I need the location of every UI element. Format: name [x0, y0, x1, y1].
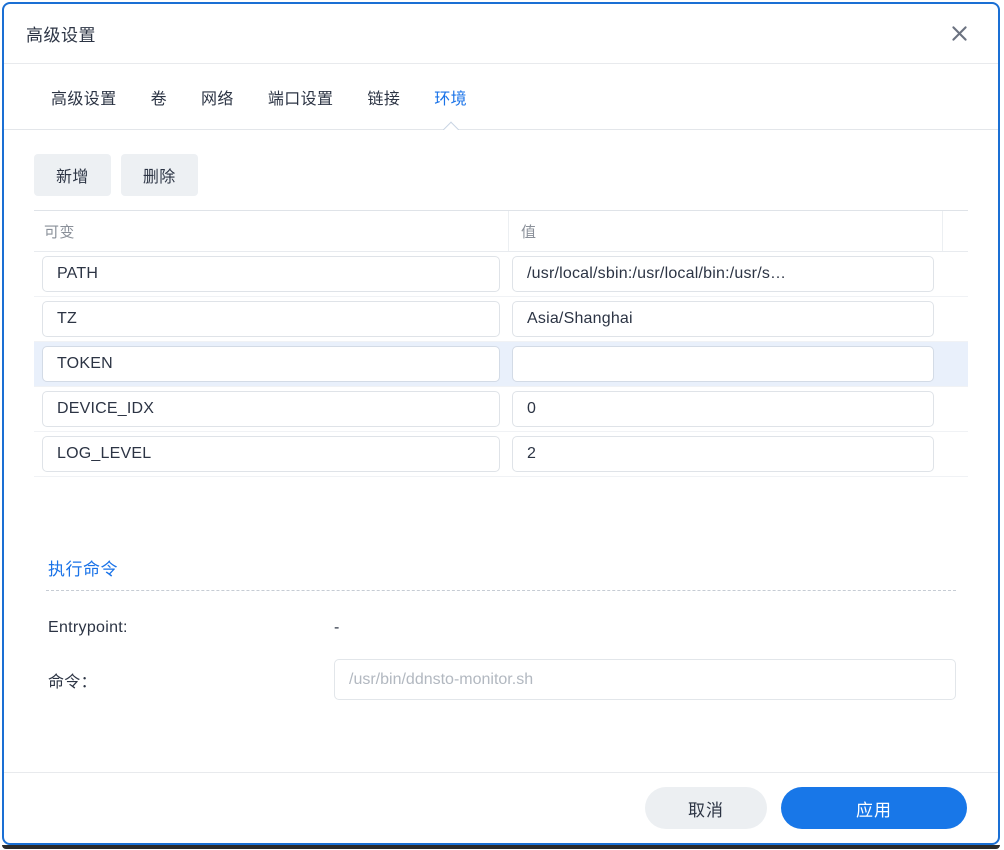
cancel-button[interactable]: 取消	[645, 787, 767, 829]
close-button[interactable]	[942, 17, 976, 51]
table-row[interactable]	[34, 297, 968, 342]
column-header-variable: 可变	[44, 223, 75, 241]
cell-value	[508, 342, 942, 386]
cell-actions	[942, 387, 968, 431]
value-input[interactable]	[512, 391, 934, 427]
variable-input[interactable]	[42, 346, 500, 382]
value-input[interactable]	[512, 256, 934, 292]
section-divider	[46, 590, 956, 591]
cell-actions	[942, 432, 968, 476]
variable-input[interactable]	[42, 436, 500, 472]
tab-label: 网络	[201, 91, 234, 108]
active-tab-caret-icon	[443, 121, 459, 130]
cell-actions	[942, 342, 968, 386]
command-input[interactable]	[334, 659, 956, 700]
tab-port-settings[interactable]: 端口设置	[251, 64, 351, 130]
environment-variables-table: 可变 值	[34, 210, 968, 477]
cell-variable	[34, 252, 508, 296]
entrypoint-value: -	[334, 619, 340, 636]
table-row[interactable]	[34, 387, 968, 432]
dialog-body: 新增 删除 可变 值 PATH /usr/local/sbin:/usr/loc…	[4, 130, 998, 772]
cell-actions	[942, 297, 968, 341]
cell-variable	[34, 432, 508, 476]
execute-command-section: 执行命令 Entrypoint: - 命令：	[34, 555, 968, 700]
value-input[interactable]	[512, 436, 934, 472]
cell-variable	[34, 387, 508, 431]
variable-input[interactable]	[42, 391, 500, 427]
cell-value	[508, 297, 942, 341]
tab-network[interactable]: 网络	[184, 64, 251, 130]
tab-label: 卷	[150, 91, 168, 108]
table-row[interactable]	[34, 432, 968, 477]
cell-variable	[34, 342, 508, 386]
table-row[interactable]	[34, 252, 968, 297]
tab-list: 高级设置 卷 网络 端口设置 链接 环境	[34, 64, 998, 130]
tab-links[interactable]: 链接	[350, 64, 417, 130]
command-label: 命令：	[48, 673, 97, 691]
delete-button[interactable]: 删除	[120, 154, 198, 196]
cell-value	[508, 252, 942, 296]
advanced-settings-dialog: 高级设置 高级设置 卷 网络 端口设置 链接 环境 新增 删除 可变 值 PAT…	[2, 2, 1000, 845]
cell-variable	[34, 297, 508, 341]
dialog-drop-shadow	[2, 845, 1000, 849]
tab-label: 高级设置	[51, 91, 117, 108]
tab-volumes[interactable]: 卷	[134, 64, 184, 130]
tab-label: 端口设置	[267, 91, 334, 108]
table-header-row: 可变 值	[34, 211, 968, 252]
entrypoint-label: Entrypoint:	[48, 619, 128, 636]
cell-value	[508, 432, 942, 476]
command-row: 命令：	[34, 659, 968, 700]
table-row-selected[interactable]	[34, 342, 968, 387]
dialog-footer: 取消 应用	[4, 772, 998, 843]
tab-advanced-settings[interactable]: 高级设置	[34, 64, 134, 130]
add-button[interactable]: 新增	[34, 154, 111, 196]
variable-input[interactable]	[42, 301, 500, 337]
tab-bar: 高级设置 卷 网络 端口设置 链接 环境	[4, 64, 998, 130]
column-header-actions	[942, 211, 968, 251]
close-icon	[950, 24, 969, 43]
tab-label: 环境	[434, 91, 468, 108]
column-header-value: 值	[508, 211, 942, 251]
cell-actions	[942, 252, 968, 296]
execute-command-title: 执行命令	[48, 560, 118, 579]
entrypoint-row: Entrypoint: -	[34, 619, 968, 637]
dialog-title: 高级设置	[26, 26, 96, 45]
apply-button[interactable]: 应用	[781, 787, 967, 829]
value-input[interactable]	[512, 301, 934, 337]
value-input[interactable]	[512, 346, 934, 382]
variable-input[interactable]	[42, 256, 500, 292]
dialog-titlebar: 高级设置	[4, 4, 998, 64]
table-toolbar: 新增 删除	[34, 130, 968, 210]
tab-label: 链接	[367, 91, 401, 108]
cell-value	[508, 387, 942, 431]
